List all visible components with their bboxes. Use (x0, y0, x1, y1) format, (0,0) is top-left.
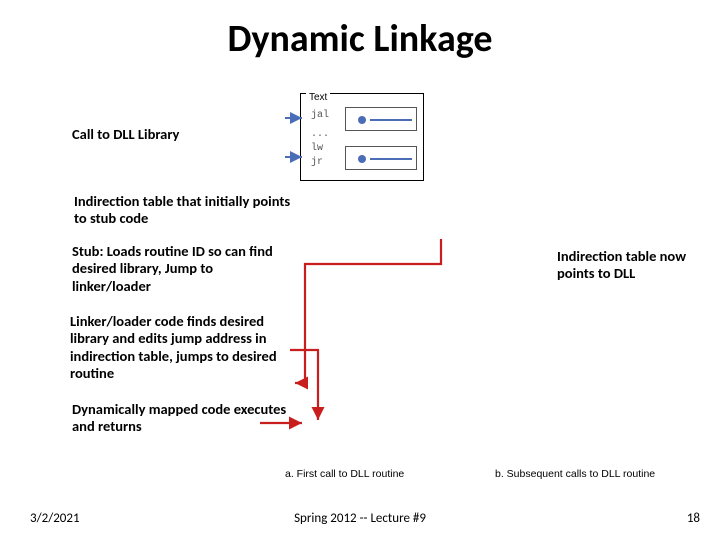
footer-page: 18 (687, 511, 700, 526)
code-indir-box-2 (345, 146, 417, 170)
label-dynamic-mapped: Dynamically mapped code executes and ret… (72, 401, 292, 436)
slide-title: Dynamic Linkage (0, 0, 720, 62)
label-call-to-dll: Call to DLL Library (72, 126, 272, 143)
caption-b: b. Subsequent calls to DLL routine (495, 468, 655, 480)
footer-lecture: Spring 2012 -- Lecture #9 (0, 511, 720, 526)
code-line-3: lw (311, 143, 323, 154)
label-indirection-table: Indirection table that initially points … (74, 193, 294, 228)
caption-a: a. First call to DLL routine (285, 468, 404, 480)
code-block: Text jal ... lw jr (300, 93, 424, 181)
code-indir-box-1 (345, 107, 417, 131)
code-header: Text (306, 92, 330, 103)
label-indirection-now-dll: Indirection table now points to DLL (557, 248, 707, 283)
label-linker-loader: Linker/loader code finds desired library… (70, 313, 290, 383)
code-line-4: jr (311, 157, 323, 168)
code-line-2: ... (311, 129, 329, 140)
label-stub: Stub: Loads routine ID so can find desir… (72, 243, 282, 295)
code-line-1: jal (311, 110, 329, 121)
